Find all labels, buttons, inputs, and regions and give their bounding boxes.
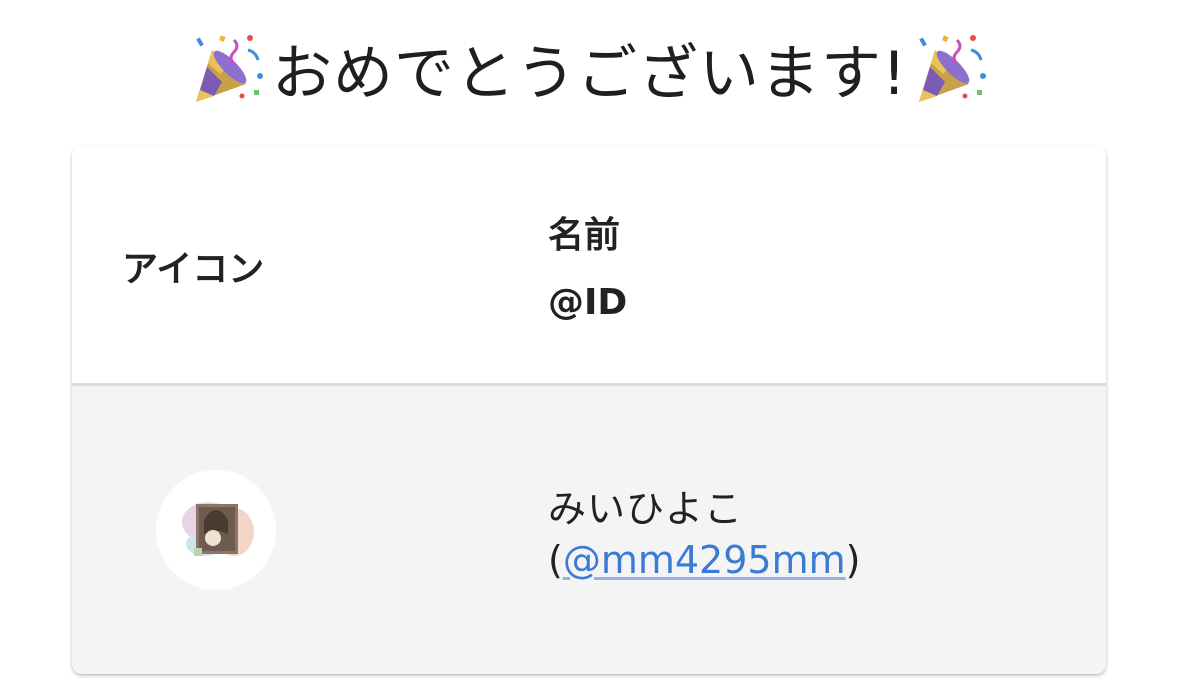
table-header: アイコン 名前 @ID (72, 146, 1106, 386)
user-id: (@mm4295mm) (548, 538, 860, 582)
user-name: みいひよこ (548, 487, 744, 531)
party-popper-icon (919, 35, 987, 102)
user-id-link[interactable]: @mm4295mm (563, 538, 846, 582)
avatar-image (156, 470, 276, 590)
avatar[interactable] (156, 470, 276, 590)
header-icon-label: アイコン (122, 249, 265, 290)
id-open-paren: ( (548, 538, 563, 582)
table-row: みいひよこ (@mm4295mm) (72, 386, 1106, 674)
party-popper-icon (195, 35, 263, 102)
result-table: アイコン 名前 @ID みいひよこ (@mm4295mm) (72, 146, 1106, 674)
id-close-paren: ) (845, 538, 861, 582)
page: おめでとうございます! アイコン 名前 @ID みいひよこ (@mm4295mm… (0, 0, 1179, 700)
header-name-label: 名前 (548, 215, 621, 256)
page-title: おめでとうございます! (271, 38, 908, 109)
header-id-label: @ID (548, 282, 628, 323)
title-row: おめでとうございます! (0, 28, 1179, 109)
